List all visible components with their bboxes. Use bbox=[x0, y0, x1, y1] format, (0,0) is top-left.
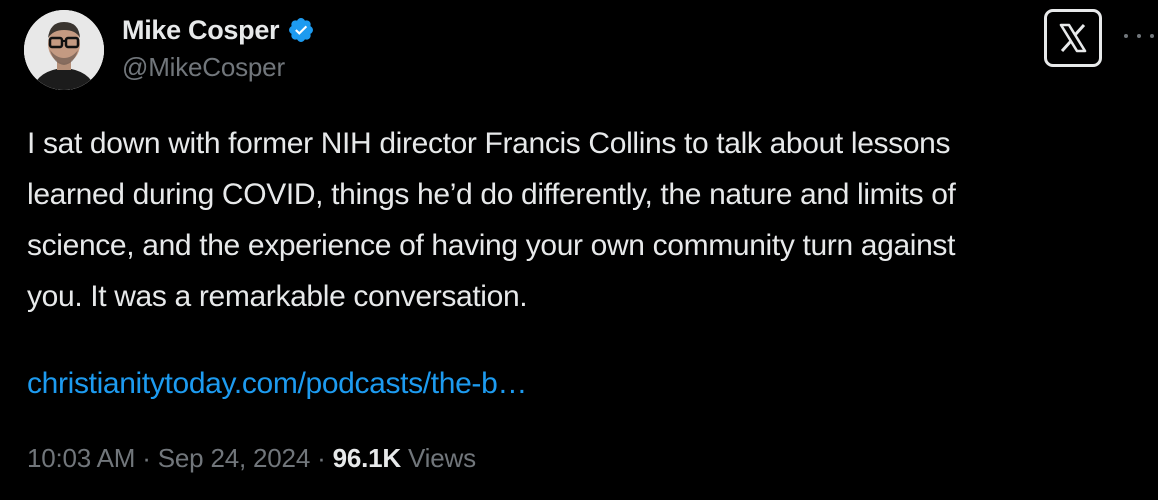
tweet-card: Mike Cosper @MikeCosper I sat down with … bbox=[0, 0, 1158, 500]
tweet-text-line: learned during COVID, things he’d do dif… bbox=[27, 178, 956, 211]
author-block: Mike Cosper @MikeCosper bbox=[122, 12, 315, 83]
tweet-time[interactable]: 10:03 AM bbox=[27, 443, 135, 473]
x-logo-button[interactable] bbox=[1044, 9, 1102, 67]
tweet-date[interactable]: Sep 24, 2024 bbox=[158, 443, 310, 473]
more-dot bbox=[1137, 34, 1141, 38]
name-row: Mike Cosper bbox=[122, 12, 315, 48]
verified-badge-icon[interactable] bbox=[287, 16, 315, 44]
more-dot bbox=[1150, 34, 1154, 38]
avatar-photo bbox=[24, 10, 104, 90]
tweet-text-line: you. It was a remarkable conversation. bbox=[27, 280, 528, 313]
views-label: Views bbox=[400, 443, 476, 473]
x-logo-icon bbox=[1059, 23, 1087, 53]
author-display-name[interactable]: Mike Cosper bbox=[122, 15, 280, 46]
tweet-text-line: science, and the experience of having yo… bbox=[27, 229, 956, 262]
more-options-icon[interactable] bbox=[1124, 28, 1154, 44]
avatar[interactable] bbox=[24, 10, 104, 90]
tweet-text-line: I sat down with former NIH director Fran… bbox=[27, 127, 951, 160]
more-dot bbox=[1124, 34, 1128, 38]
tweet-link[interactable]: christianitytoday.com/podcasts/the-b… bbox=[27, 358, 527, 409]
meta-separator: · bbox=[310, 443, 333, 473]
views-count[interactable]: 96.1K bbox=[333, 443, 402, 473]
meta-separator: · bbox=[135, 443, 158, 473]
author-handle[interactable]: @MikeCosper bbox=[122, 52, 315, 83]
tweet-body: I sat down with former NIH director Fran… bbox=[27, 118, 1152, 322]
tweet-meta: 10:03 AM · Sep 24, 2024 · 96.1K Views bbox=[27, 438, 476, 478]
